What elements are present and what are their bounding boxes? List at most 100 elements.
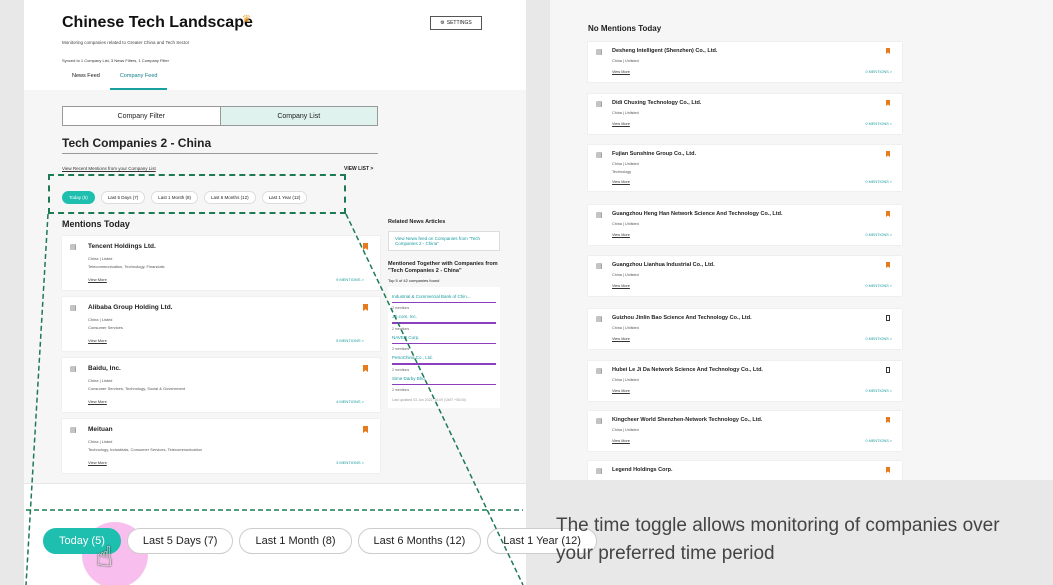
tab-company-feed[interactable]: Company Feed xyxy=(109,70,168,90)
view-more-link[interactable]: View More xyxy=(612,284,630,288)
related-company-name[interactable]: Industrial & Commercial Bank of Chin... xyxy=(392,294,496,299)
company-status: China | Unlisted xyxy=(612,326,639,330)
bookmark-icon[interactable] xyxy=(886,315,890,321)
company-name[interactable]: Guizhou Jinlin Bao Science And Technolog… xyxy=(612,315,752,321)
app-subtitle: Monitoring companies related to Greater … xyxy=(62,40,190,45)
time-pill-6-months[interactable]: Last 6 Months (12) xyxy=(357,528,482,554)
view-more-link[interactable]: View More xyxy=(612,70,630,74)
company-tags: Telecommunication, Technology, Financial… xyxy=(88,264,165,269)
view-more-link[interactable]: View More xyxy=(88,338,107,343)
list-item[interactable]: JD.com, Inc. 2 mentions xyxy=(392,314,496,331)
view-more-link[interactable]: View More xyxy=(612,122,630,126)
company-name[interactable]: Guangzhou Lianhua Industrial Co., Ltd. xyxy=(612,262,715,268)
view-more-link[interactable]: View More xyxy=(612,337,630,341)
bookmark-icon[interactable] xyxy=(886,48,890,54)
caption: The time toggle allows monitoring of com… xyxy=(556,515,1000,564)
company-name[interactable]: Hubei Le Ji Da Network Science And Techn… xyxy=(612,367,763,373)
view-more-link[interactable]: View More xyxy=(612,389,630,393)
bookmark-icon[interactable] xyxy=(363,426,368,433)
company-status: China | Unlisted xyxy=(612,59,639,63)
company-card[interactable]: ▤ Guangzhou Lianhua Industrial Co., Ltd. C… xyxy=(588,256,902,296)
company-list-button[interactable]: Company List xyxy=(219,107,377,125)
view-more-link[interactable]: View More xyxy=(88,399,107,404)
mentions-link[interactable]: 0 MENTIONS > xyxy=(866,284,892,288)
tab-news-feed[interactable]: News Feed xyxy=(62,70,110,90)
mentions-link[interactable]: 0 MENTIONS > xyxy=(866,439,892,443)
company-card[interactable]: ▤ Guizhou Jinlin Bao Science And Technolo… xyxy=(588,309,902,349)
mentions-link[interactable]: 3 MENTIONS > xyxy=(336,460,364,465)
view-more-link[interactable]: View More xyxy=(612,180,630,184)
mentions-link[interactable]: 9 MENTIONS > xyxy=(336,277,364,282)
mentions-link[interactable]: 0 MENTIONS > xyxy=(866,70,892,74)
company-name[interactable]: Didi Chuxing Technology Co., Ltd. xyxy=(612,100,701,106)
company-card[interactable]: ▤ Guangzhou Heng Han Network Science And … xyxy=(588,205,902,245)
company-card[interactable]: ▤ Kingcheer World Shenzhen-Network Techno… xyxy=(588,411,902,451)
company-card[interactable]: ▤ Hubei Le Ji Da Network Science And Tech… xyxy=(588,361,902,401)
company-status: China | Unlisted xyxy=(612,222,639,226)
settings-button[interactable]: ⚙ SETTINGS xyxy=(430,16,482,30)
mentions-link[interactable]: 4 MENTIONS > xyxy=(336,399,364,404)
last-updated: Last updated 03 Jun 2022, 16:09 (GMT +08… xyxy=(392,398,466,403)
mentions-link[interactable]: 0 MENTIONS > xyxy=(866,389,892,393)
list-title: Tech Companies 2 - China xyxy=(62,136,212,150)
bookmark-icon[interactable] xyxy=(363,243,368,250)
company-name[interactable]: Baidu, Inc. xyxy=(88,365,121,372)
company-name[interactable]: Alibaba Group Holding Ltd. xyxy=(88,304,173,311)
mentions-link[interactable]: 0 MENTIONS > xyxy=(866,122,892,126)
company-tags: Technology xyxy=(612,170,632,174)
list-item[interactable]: PetroChina Co., Ltd. 2 mentions xyxy=(392,355,496,372)
app-header: Chinese Tech Landscape ♛ Monitoring comp… xyxy=(24,0,526,90)
company-status: China | Unlisted xyxy=(612,273,639,277)
company-card[interactable]: ▤ Fujian Sunshine Group Co., Ltd. China | … xyxy=(588,145,902,191)
view-more-link[interactable]: View More xyxy=(612,439,630,443)
company-card[interactable]: ▤ Baidu, Inc. China | Listed Consumer Se… xyxy=(62,358,380,412)
company-card[interactable]: ▤ Tencent Holdings Ltd. China | Listed T… xyxy=(62,236,380,290)
list-item[interactable]: NAVER Corp. 2 mentions xyxy=(392,335,496,351)
related-company-name[interactable]: NAVER Corp. xyxy=(392,335,496,340)
bookmark-icon[interactable] xyxy=(886,262,890,268)
time-pill-1-month[interactable]: Last 1 Month (8) xyxy=(239,528,352,554)
view-list-link[interactable]: VIEW LIST > xyxy=(344,166,373,172)
company-card[interactable]: ▤ Didi Chuxing Technology Co., Ltd. China … xyxy=(588,94,902,134)
company-tags: Technology, Industrials, Consumer Servic… xyxy=(88,447,202,452)
related-company-name[interactable]: PetroChina Co., Ltd. xyxy=(392,355,496,360)
view-more-link[interactable]: View More xyxy=(612,233,630,237)
company-name[interactable]: Meituan xyxy=(88,426,113,433)
mentioned-together-title: Mentioned Together with Companies from "… xyxy=(388,261,498,275)
mentions-link[interactable]: 5 MENTIONS > xyxy=(336,338,364,343)
company-name[interactable]: Fujian Sunshine Group Co., Ltd. xyxy=(612,151,696,157)
mentions-link[interactable]: 0 MENTIONS > xyxy=(866,233,892,237)
bookmark-icon[interactable] xyxy=(886,100,890,106)
bookmark-icon[interactable] xyxy=(886,211,890,217)
bookmark-icon[interactable] xyxy=(886,417,890,423)
related-company-name[interactable]: Sime Darby Bhd. xyxy=(392,376,496,381)
list-item[interactable]: Industrial & Commercial Bank of Chin... … xyxy=(392,294,496,310)
company-card[interactable]: ▤ Alibaba Group Holding Ltd. China | Lis… xyxy=(62,297,380,351)
company-card[interactable]: ▤ Meituan China | Listed Technology, Ind… xyxy=(62,419,380,473)
bookmark-icon[interactable] xyxy=(886,151,890,157)
no-mentions-panel: No Mentions Today ▤ Desheng Intelligent (… xyxy=(550,0,1053,480)
company-name[interactable]: Legend Holdings Corp. xyxy=(612,467,673,473)
mentions-link[interactable]: 0 MENTIONS > xyxy=(866,337,892,341)
company-card[interactable]: ▤ Desheng Intelligent (Shenzhen) Co., Ltd… xyxy=(588,42,902,82)
bookmark-icon[interactable] xyxy=(363,365,368,372)
bookmark-icon[interactable] xyxy=(363,304,368,311)
bookmark-icon[interactable] xyxy=(886,367,890,373)
related-news-link[interactable]: View News feed on Companies from "Tech C… xyxy=(388,231,500,251)
view-more-link[interactable]: View More xyxy=(88,460,107,465)
related-company-name[interactable]: JD.com, Inc. xyxy=(392,314,496,319)
company-card[interactable]: ▤ Legend Holdings Corp. xyxy=(588,461,902,480)
company-name[interactable]: Guangzhou Heng Han Network Science And T… xyxy=(612,211,783,217)
building-icon: ▤ xyxy=(596,418,603,425)
view-more-link[interactable]: View More xyxy=(88,277,107,282)
mentions-today-title: Mentions Today xyxy=(62,219,130,229)
company-name[interactable]: Desheng Intelligent (Shenzhen) Co., Ltd. xyxy=(612,48,717,54)
recent-mentions-link[interactable]: View Recent Mentions from your Company L… xyxy=(62,166,156,171)
company-name[interactable]: Tencent Holdings Ltd. xyxy=(88,243,156,250)
list-item[interactable]: Sime Darby Bhd. 2 mentions xyxy=(392,376,496,392)
time-pill-5-days[interactable]: Last 5 Days (7) xyxy=(126,528,234,554)
company-filter-button[interactable]: Company Filter xyxy=(63,107,220,125)
company-name[interactable]: Kingcheer World Shenzhen-Network Technol… xyxy=(612,417,762,423)
mentions-link[interactable]: 0 MENTIONS > xyxy=(866,180,892,184)
bookmark-icon[interactable] xyxy=(886,467,890,473)
